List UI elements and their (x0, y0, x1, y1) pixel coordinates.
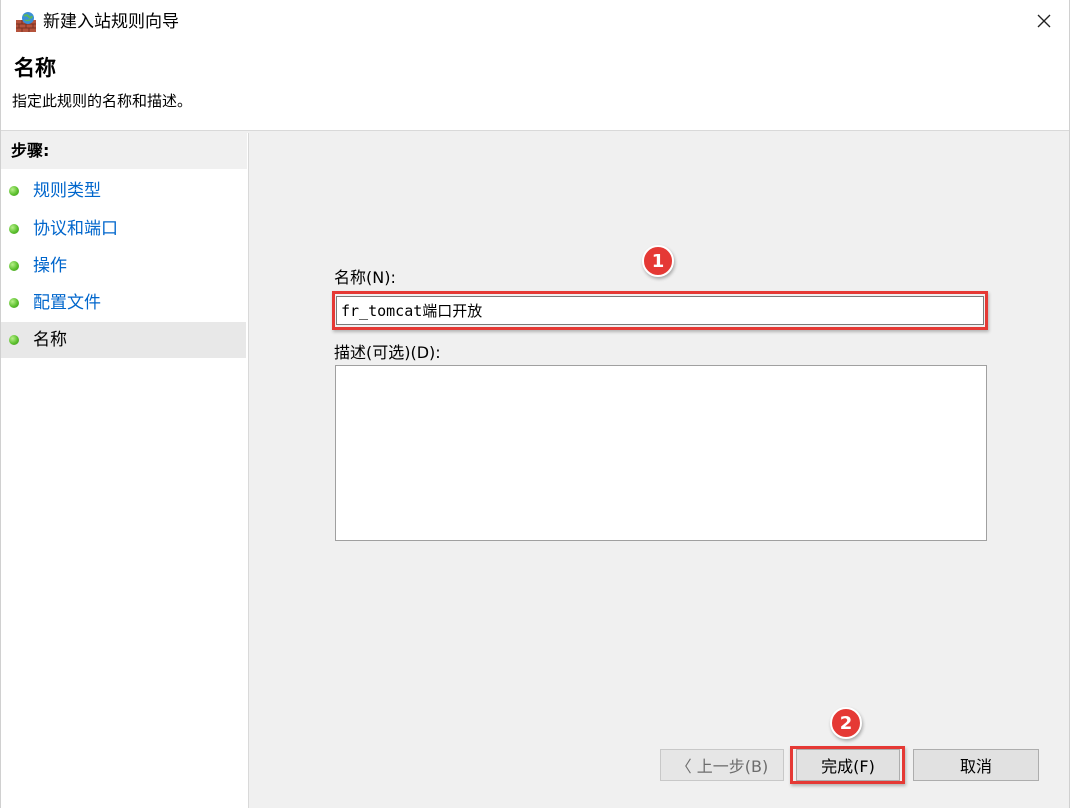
step-name[interactable]: 名称 (1, 322, 246, 358)
step-label: 操作 (33, 256, 67, 276)
step-label: 配置文件 (33, 293, 101, 313)
step-rule-type[interactable]: 规则类型 (1, 173, 246, 209)
page-subtitle: 指定此规则的名称和描述。 (12, 92, 193, 110)
wizard-header: 名称 指定此规则的名称和描述。 (1, 44, 1069, 131)
annotation-badge-2: 2 (830, 707, 862, 739)
step-status-dot-icon (9, 335, 19, 345)
description-field-label: 描述(可选)(D): (334, 343, 441, 362)
wizard-window: 新建入站规则向导 名称 指定此规则的名称和描述。 步骤: 规则类型 协议和端口 … (0, 0, 1070, 808)
title-bar: 新建入站规则向导 (1, 0, 1069, 44)
step-label: 名称 (33, 330, 67, 350)
name-input-highlight (332, 291, 988, 330)
step-status-dot-icon (9, 224, 19, 234)
window-title: 新建入站规则向导 (43, 12, 179, 32)
name-field-label: 名称(N): (334, 268, 396, 287)
cancel-button[interactable]: 取消 (913, 749, 1039, 781)
close-icon (1036, 13, 1052, 33)
steps-panel: 步骤: 规则类型 协议和端口 操作 配置文件 名称 (1, 133, 249, 808)
step-status-dot-icon (9, 261, 19, 271)
step-status-dot-icon (9, 298, 19, 308)
firewall-icon (15, 11, 37, 33)
back-button[interactable]: 〈 上一步(B) (660, 749, 784, 781)
step-label: 规则类型 (33, 181, 101, 201)
wizard-body: 步骤: 规则类型 协议和端口 操作 配置文件 名称 名称(N): fr_tomc… (1, 131, 1069, 808)
finish-button-highlight (790, 746, 905, 784)
step-status-dot-icon (9, 186, 19, 196)
step-label: 协议和端口 (33, 219, 118, 239)
annotation-badge-1: 1 (642, 245, 674, 277)
step-action[interactable]: 操作 (1, 248, 246, 284)
steps-header-label: 步骤: (11, 141, 50, 160)
step-protocol-and-ports[interactable]: 协议和端口 (1, 211, 246, 247)
description-textarea[interactable] (335, 365, 987, 541)
close-button[interactable] (1027, 6, 1061, 40)
steps-header: 步骤: (1, 133, 247, 169)
step-profile[interactable]: 配置文件 (1, 285, 246, 321)
page-title: 名称 (14, 56, 56, 80)
